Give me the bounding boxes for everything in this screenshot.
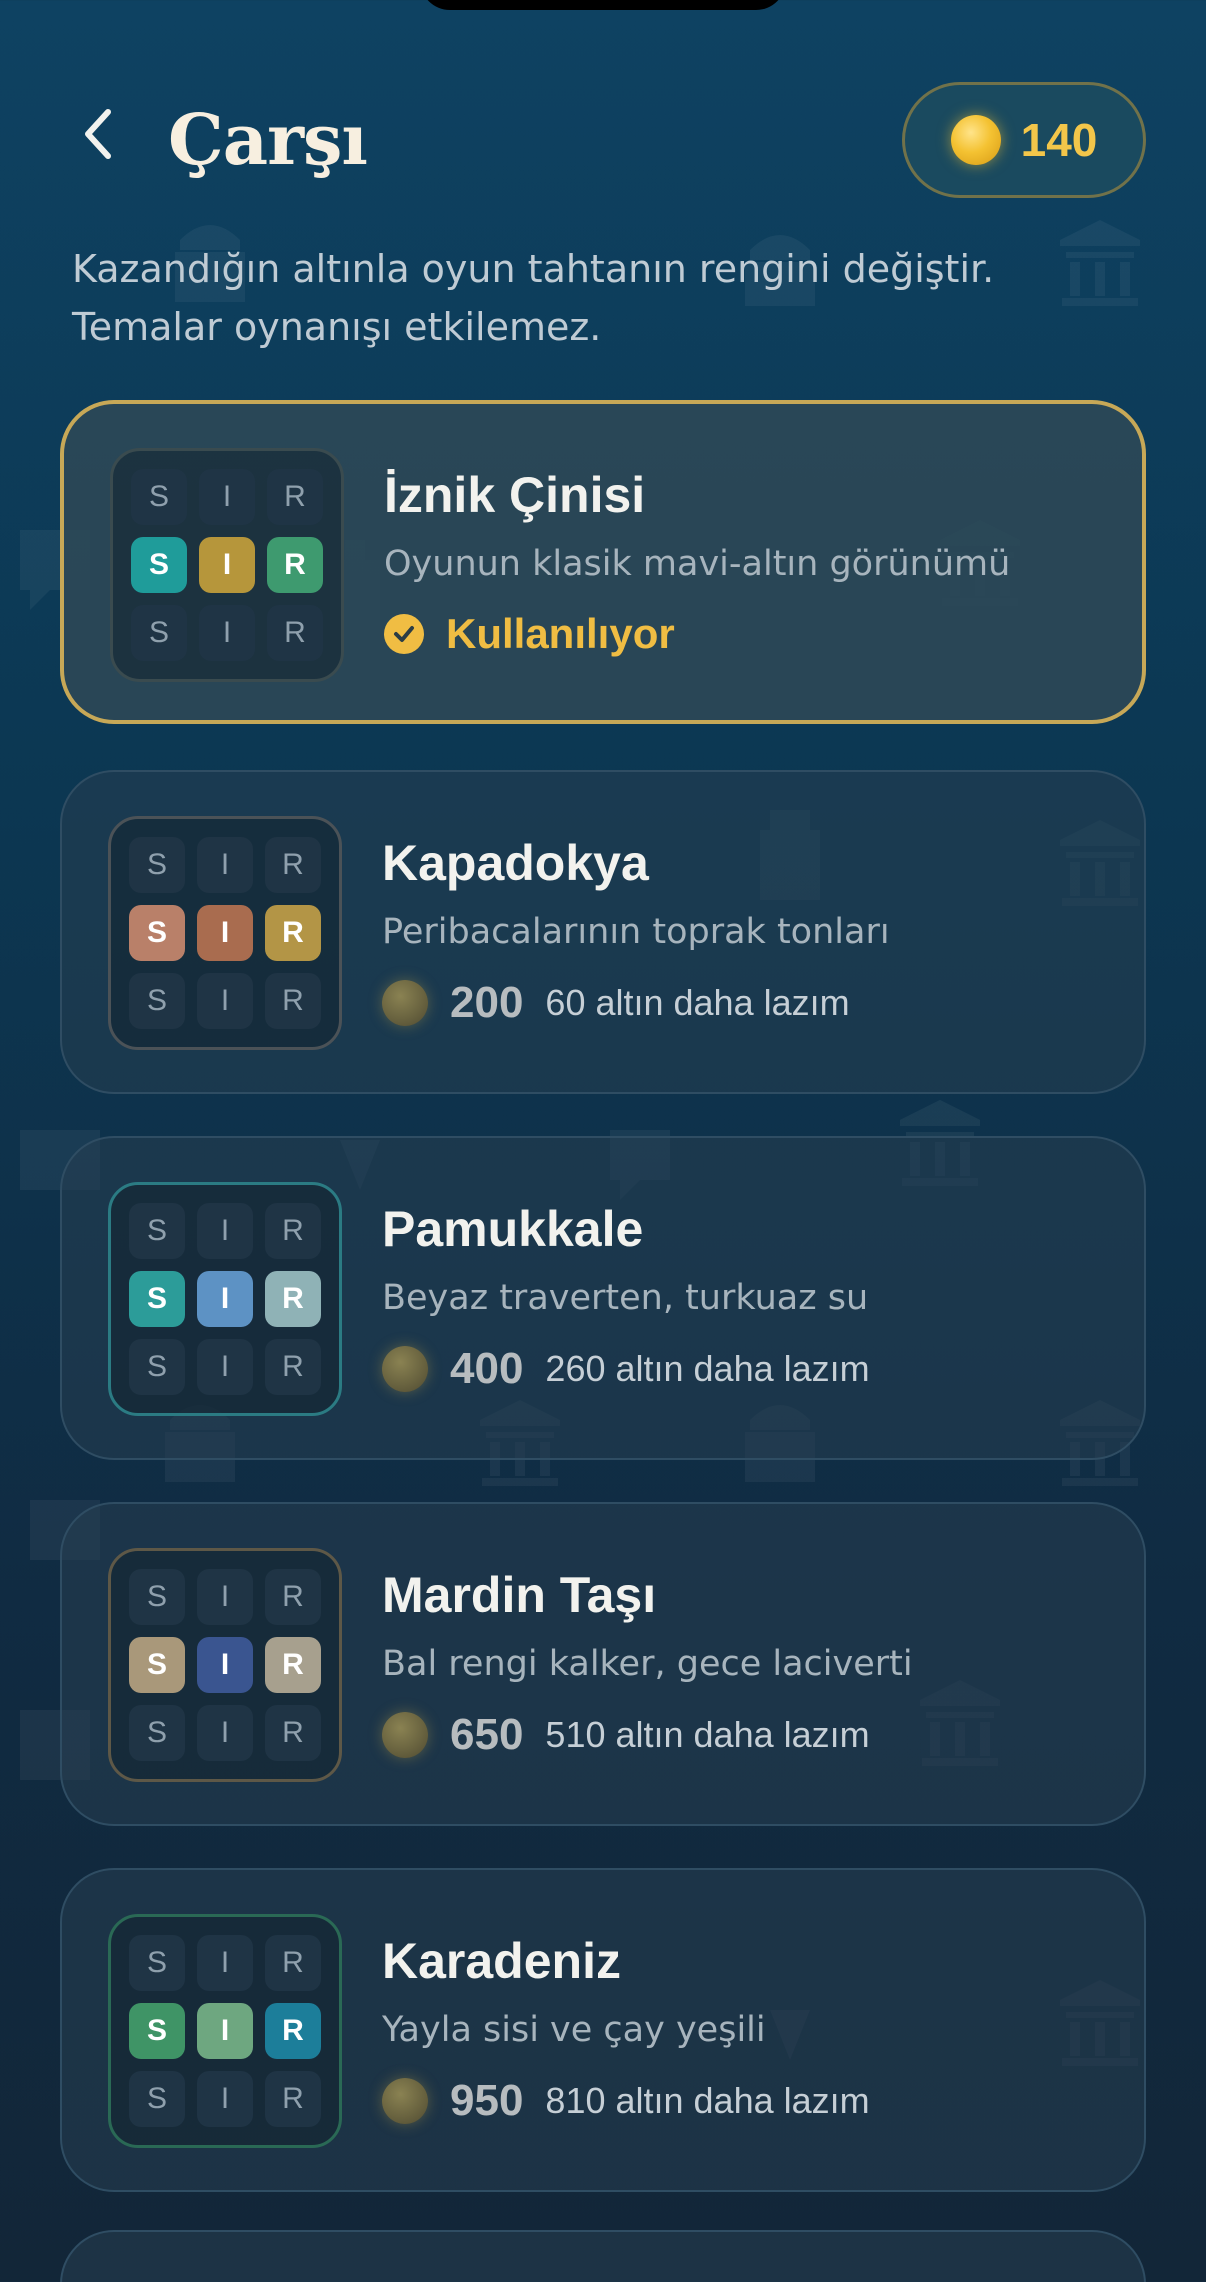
preview-tile: S: [129, 1339, 185, 1395]
theme-card[interactable]: S I R S I R S I R Mardin Taşı Bal rengi kalker, ge…: [60, 1502, 1146, 1826]
theme-description: Peribacalarının toprak tonları: [382, 912, 890, 952]
theme-status: 650 510 altın daha lazım: [382, 1710, 870, 1760]
theme-name: Pamukkale: [382, 1201, 644, 1257]
back-button[interactable]: [68, 104, 128, 164]
coin-icon: [382, 1712, 428, 1758]
check-icon: [384, 614, 424, 654]
theme-name: Kapadokya: [382, 835, 649, 891]
theme-name: Mardin Taşı: [382, 1567, 657, 1623]
theme-name: Karadeniz: [382, 1933, 621, 1989]
preview-tile: R: [265, 1203, 321, 1259]
preview-tile: I: [197, 2003, 253, 2059]
coin-icon: [382, 980, 428, 1026]
preview-tile: I: [197, 905, 253, 961]
preview-tile: R: [267, 537, 323, 593]
preview-tile: I: [199, 537, 255, 593]
coins-needed-label: 60 altın daha lazım: [545, 982, 850, 1023]
preview-tile: R: [265, 1637, 321, 1693]
theme-card-partial[interactable]: [60, 2230, 1146, 2282]
theme-description: Yayla sisi ve çay yeşili: [382, 2010, 766, 2050]
preview-tile: I: [197, 973, 253, 1029]
header: Çarşı 140: [0, 80, 1206, 200]
theme-description: Beyaz traverten, turkuaz su: [382, 1278, 869, 1318]
preview-tile: R: [265, 905, 321, 961]
theme-card[interactable]: S I R S I R S I R Pamukkale Beyaz traverten, turku…: [60, 1136, 1146, 1460]
device-notch: [420, 0, 786, 10]
preview-tile: I: [197, 1271, 253, 1327]
preview-tile: S: [129, 2003, 185, 2059]
theme-description: Bal rengi kalker, gece laciverti: [382, 1644, 913, 1684]
theme-preview: SIRSIRSIR: [108, 816, 342, 1050]
preview-tile: S: [131, 537, 187, 593]
preview-tile: S: [129, 1637, 185, 1693]
preview-tile: R: [265, 1339, 321, 1395]
preview-tile: I: [197, 1339, 253, 1395]
preview-tile: I: [197, 1705, 253, 1761]
theme-name: İznik Çinisi: [384, 467, 646, 523]
preview-tile: R: [265, 973, 321, 1029]
in-use-label: Kullanılıyor: [446, 610, 675, 657]
theme-price: 950: [450, 2076, 524, 2125]
theme-price: 200: [450, 978, 524, 1027]
preview-tile: S: [131, 469, 187, 525]
preview-tile: R: [265, 2003, 321, 2059]
preview-tile: I: [197, 1637, 253, 1693]
preview-tile: R: [265, 1569, 321, 1625]
preview-tile: S: [129, 1271, 185, 1327]
theme-card[interactable]: S I R S I R S I R Kapadokya Peribacalarının toprak…: [60, 770, 1146, 1094]
chevron-left-icon: [85, 109, 111, 159]
preview-tile: I: [197, 1203, 253, 1259]
theme-preview: SIRSIRSIR: [108, 1548, 342, 1782]
preview-tile: I: [197, 837, 253, 893]
preview-tile: S: [129, 973, 185, 1029]
coins-needed-label: 510 altın daha lazım: [545, 1714, 870, 1755]
coin-icon: [950, 115, 1001, 165]
theme-preview: SIRSIRSIR: [108, 1914, 342, 2148]
preview-tile: I: [197, 2071, 253, 2127]
theme-price: 650: [450, 1710, 524, 1759]
theme-price: 400: [450, 1344, 524, 1393]
preview-tile: I: [197, 1569, 253, 1625]
page-title: Çarşı: [168, 98, 368, 181]
preview-tile: R: [267, 469, 323, 525]
coins-needed-label: 810 altın daha lazım: [545, 2080, 870, 2121]
preview-tile: S: [129, 1705, 185, 1761]
theme-status: 200 60 altın daha lazım: [382, 978, 850, 1028]
preview-tile: S: [129, 1203, 185, 1259]
theme-card[interactable]: S I R S I R S I R İznik Çinisi Oyunun klasik mavi-…: [60, 400, 1146, 724]
theme-status: Kullanılıyor: [384, 610, 675, 658]
theme-card[interactable]: S I R S I R S I R Karadeniz Yayla sisi ve çay yeşi…: [60, 1868, 1146, 2192]
preview-tile: R: [267, 605, 323, 661]
theme-preview: SIRSIRSIR: [108, 1182, 342, 1416]
preview-tile: R: [265, 2071, 321, 2127]
coins-needed-label: 260 altın daha lazım: [545, 1348, 870, 1389]
preview-tile: R: [265, 1705, 321, 1761]
preview-tile: S: [129, 2071, 185, 2127]
theme-description: Oyunun klasik mavi-altın görünümü: [384, 544, 1011, 584]
coin-icon: [382, 1346, 428, 1392]
preview-tile: R: [265, 1271, 321, 1327]
preview-tile: S: [129, 905, 185, 961]
preview-tile: R: [265, 1935, 321, 1991]
preview-tile: S: [129, 837, 185, 893]
preview-tile: S: [129, 1935, 185, 1991]
preview-tile: I: [197, 1935, 253, 1991]
preview-tile: I: [199, 605, 255, 661]
theme-status: 950 810 altın daha lazım: [382, 2076, 870, 2126]
coin-balance-value: 140: [1020, 114, 1098, 166]
coin-icon: [382, 2078, 428, 2124]
coin-balance: 140: [902, 82, 1146, 198]
preview-tile: I: [199, 469, 255, 525]
theme-status: 400 260 altın daha lazım: [382, 1344, 870, 1394]
preview-tile: S: [129, 1569, 185, 1625]
preview-tile: S: [131, 605, 187, 661]
theme-preview: SIRSIRSIR: [110, 448, 344, 682]
page-subtitle: Kazandığın altınla oyun tahtanın rengini…: [72, 247, 995, 349]
preview-tile: R: [265, 837, 321, 893]
